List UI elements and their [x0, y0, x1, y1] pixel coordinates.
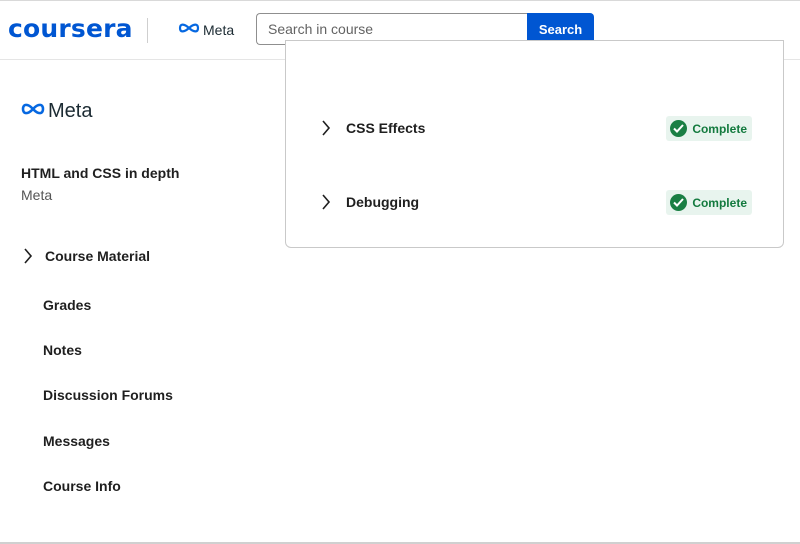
sidebar-partner-logo: Meta — [21, 100, 92, 123]
meta-infinity-icon — [21, 102, 45, 121]
course-title: HTML and CSS in depth — [21, 165, 180, 181]
header-divider — [147, 18, 148, 43]
chevron-right-icon — [18, 245, 38, 267]
course-partner: Meta — [21, 187, 53, 203]
sidebar-item-grades[interactable]: Grades — [43, 297, 91, 313]
status-text: Complete — [692, 195, 747, 210]
status-badge: Complete — [666, 190, 752, 215]
module-row-css-effects[interactable]: CSS Effects Complete — [316, 113, 752, 143]
chevron-right-icon — [316, 191, 336, 213]
module-title: Debugging — [346, 194, 420, 210]
check-circle-icon — [670, 194, 688, 211]
partner-logo[interactable]: Meta — [178, 21, 234, 39]
sidebar-item-course-info[interactable]: Course Info — [43, 478, 121, 494]
module-row-debugging[interactable]: Debugging Complete — [316, 187, 752, 217]
meta-infinity-icon — [178, 21, 200, 39]
check-circle-icon — [670, 120, 688, 137]
chevron-right-icon — [316, 117, 336, 139]
sidebar-item-label: Course Material — [45, 248, 151, 264]
coursera-logo[interactable]: coursera — [8, 14, 133, 43]
status-text: Complete — [692, 121, 747, 136]
sidebar-item-course-material[interactable]: Course Material — [18, 244, 150, 268]
sidebar-partner-name: Meta — [48, 100, 93, 122]
sidebar-item-discussion-forums[interactable]: Discussion Forums — [43, 387, 173, 403]
module-title: CSS Effects — [346, 120, 426, 136]
sidebar-item-messages[interactable]: Messages — [43, 433, 110, 449]
status-badge: Complete — [666, 116, 752, 141]
sidebar-item-notes[interactable]: Notes — [43, 342, 82, 358]
partner-name: Meta — [203, 22, 235, 38]
